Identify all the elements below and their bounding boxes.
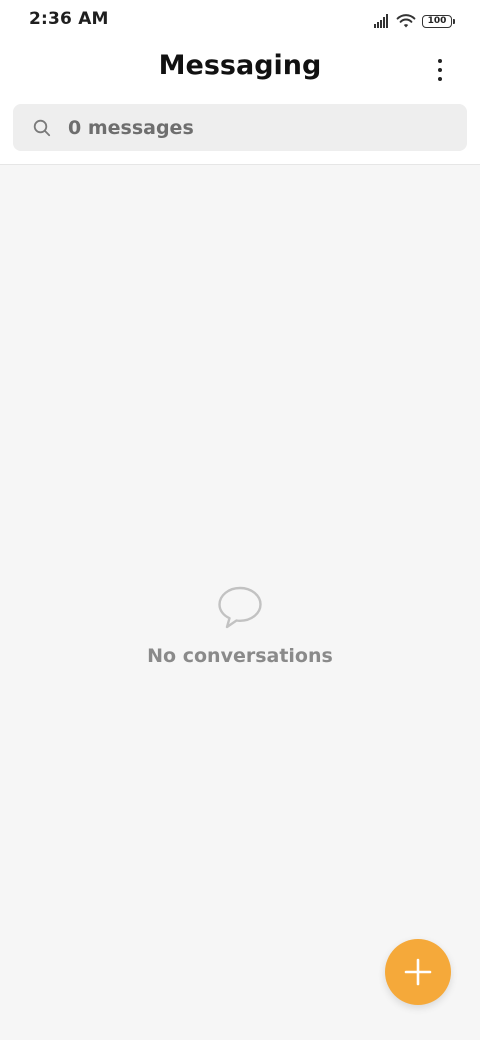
battery-level: 100: [427, 15, 447, 26]
search-icon: [33, 119, 51, 136]
page-title: Messaging: [158, 50, 322, 81]
chat-bubble-icon: [218, 586, 262, 629]
empty-state: No conversations: [0, 585, 480, 667]
new-conversation-button[interactable]: [385, 939, 451, 1005]
more-vertical-icon: [438, 59, 442, 63]
plus-icon: [404, 958, 432, 986]
status-icons: 100: [374, 11, 455, 31]
signal-icon: [374, 14, 389, 28]
more-options-button[interactable]: [428, 56, 452, 84]
empty-state-text: No conversations: [147, 645, 333, 667]
battery-icon: 100: [422, 14, 455, 28]
app-header: Messaging: [0, 42, 480, 98]
search-input[interactable]: 0 messages: [13, 104, 467, 151]
wifi-icon: [396, 14, 416, 28]
conversation-list: No conversations: [0, 165, 480, 1040]
search-placeholder: 0 messages: [68, 116, 194, 139]
status-bar: 2:36 AM 100: [0, 0, 480, 42]
status-time: 2:36 AM: [29, 9, 109, 29]
